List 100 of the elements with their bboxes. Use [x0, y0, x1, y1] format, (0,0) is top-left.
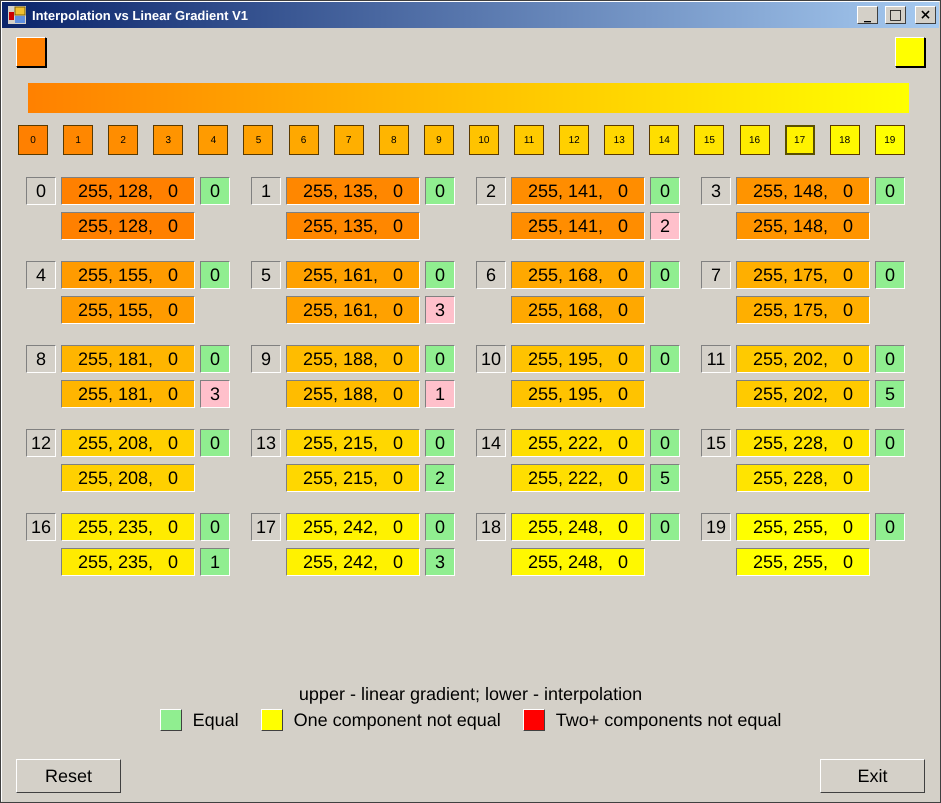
- maximize-button[interactable]: □: [885, 6, 906, 24]
- rgb-field: 255, 202, 0: [736, 380, 870, 408]
- reset-button[interactable]: Reset: [16, 759, 121, 793]
- start-color-swatch[interactable]: [16, 37, 46, 67]
- difference-field: 0: [650, 177, 680, 205]
- rgb-field: 255, 222, 0: [511, 429, 645, 457]
- minimize-button[interactable]: _: [857, 6, 878, 24]
- difference-field: 0: [875, 429, 905, 457]
- difference-field: 0: [200, 177, 230, 205]
- color-swatch[interactable]: 14: [649, 125, 680, 155]
- difference-field: 0: [200, 429, 230, 457]
- rgb-field: 255, 175, 0: [736, 296, 870, 324]
- color-swatch[interactable]: 3: [153, 125, 184, 155]
- difference-field: 0: [650, 513, 680, 541]
- caption-text: upper - linear gradient; lower - interpolation: [298, 684, 644, 705]
- index-field: 0: [26, 177, 56, 205]
- color-swatch[interactable]: 13: [604, 125, 634, 155]
- window-title: Interpolation vs Linear Gradient V1: [32, 8, 249, 22]
- rgb-field: 255, 161, 0: [286, 261, 420, 289]
- exit-button[interactable]: Exit: [820, 759, 925, 793]
- legend-label: Two+ components not equal: [556, 710, 782, 730]
- index-field: 6: [476, 261, 506, 289]
- difference-field: 0: [425, 177, 455, 205]
- rgb-field: 255, 248, 0: [511, 513, 645, 541]
- color-swatch[interactable]: 2: [108, 125, 138, 155]
- color-swatch[interactable]: 16: [740, 125, 770, 155]
- index-field: 13: [251, 429, 281, 457]
- difference-field: 0: [425, 261, 455, 289]
- rgb-field: 255, 148, 0: [736, 177, 870, 205]
- rgb-field: 255, 228, 0: [736, 464, 870, 492]
- difference-field: 0: [425, 429, 455, 457]
- rgb-field: 255, 255, 0: [736, 513, 870, 541]
- difference-field: 0: [200, 261, 230, 289]
- difference-field: 0: [200, 345, 230, 373]
- rgb-field: 255, 248, 0: [511, 548, 645, 576]
- difference-field: 2: [425, 464, 455, 492]
- rgb-field: 255, 181, 0: [61, 345, 195, 373]
- color-swatch[interactable]: 8: [378, 125, 409, 155]
- color-swatch[interactable]: 17: [784, 125, 815, 155]
- index-field: 16: [26, 513, 56, 541]
- difference-field: 0: [200, 513, 230, 541]
- color-swatch[interactable]: 18: [830, 125, 860, 155]
- difference-field: 1: [200, 548, 230, 576]
- rgb-field: 255, 181, 0: [61, 380, 195, 408]
- rgb-field: 255, 195, 0: [511, 380, 645, 408]
- difference-field: 0: [875, 261, 905, 289]
- rgb-field: 255, 215, 0: [286, 464, 420, 492]
- color-swatch[interactable]: 6: [288, 125, 319, 155]
- rgb-field: 255, 135, 0: [286, 177, 420, 205]
- difference-field: 1: [425, 380, 455, 408]
- color-swatch[interactable]: 4: [198, 125, 228, 155]
- index-field: 10: [476, 345, 506, 373]
- difference-field: 0: [875, 513, 905, 541]
- rgb-field: 255, 228, 0: [736, 429, 870, 457]
- color-swatch[interactable]: 11: [514, 125, 544, 155]
- color-swatch[interactable]: 10: [468, 125, 499, 155]
- difference-field: 3: [425, 296, 455, 324]
- index-field: 11: [701, 345, 731, 373]
- difference-field: 0: [650, 345, 680, 373]
- rgb-field: 255, 208, 0: [61, 464, 195, 492]
- index-field: 9: [251, 345, 281, 373]
- index-field: 7: [701, 261, 731, 289]
- difference-field: 0: [650, 261, 680, 289]
- index-field: 19: [701, 513, 731, 541]
- difference-field: 3: [200, 380, 230, 408]
- index-field: 14: [476, 429, 506, 457]
- index-field: 17: [251, 513, 281, 541]
- color-swatch[interactable]: 19: [874, 125, 905, 155]
- app-icon: [8, 6, 26, 24]
- close-button[interactable]: ×: [915, 6, 936, 24]
- rgb-field: 255, 255, 0: [736, 548, 870, 576]
- index-field: 8: [26, 345, 56, 373]
- rgb-field: 255, 141, 0: [511, 212, 645, 240]
- color-swatch[interactable]: 7: [334, 125, 364, 155]
- color-swatch[interactable]: 9: [424, 125, 454, 155]
- rgb-field: 255, 208, 0: [61, 429, 195, 457]
- rgb-field: 255, 222, 0: [511, 464, 645, 492]
- color-swatch[interactable]: 12: [559, 125, 590, 155]
- rgb-field: 255, 128, 0: [61, 177, 195, 205]
- rgb-field: 255, 202, 0: [736, 345, 870, 373]
- color-swatch[interactable]: 0: [18, 125, 48, 155]
- color-swatch[interactable]: 5: [243, 125, 274, 155]
- rgb-field: 255, 155, 0: [61, 296, 195, 324]
- rgb-field: 255, 242, 0: [286, 513, 420, 541]
- rgb-field: 255, 161, 0: [286, 296, 420, 324]
- color-swatch[interactable]: 1: [63, 125, 94, 155]
- rgb-field: 255, 148, 0: [736, 212, 870, 240]
- legend-label: Equal: [192, 710, 239, 730]
- rgb-field: 255, 188, 0: [286, 380, 420, 408]
- difference-field: 5: [875, 380, 905, 408]
- rgb-field: 255, 188, 0: [286, 345, 420, 373]
- index-field: 3: [701, 177, 731, 205]
- color-swatch[interactable]: 15: [694, 125, 724, 155]
- end-color-swatch[interactable]: [895, 37, 925, 67]
- rgb-field: 255, 175, 0: [736, 261, 870, 289]
- rgb-field: 255, 195, 0: [511, 345, 645, 373]
- difference-field: 0: [875, 345, 905, 373]
- rgb-field: 255, 135, 0: [286, 212, 420, 240]
- difference-field: 5: [650, 464, 680, 492]
- legend-label: One component not equal: [294, 710, 501, 730]
